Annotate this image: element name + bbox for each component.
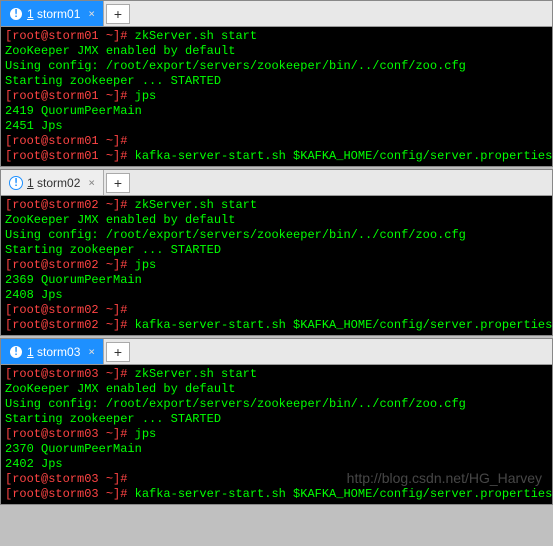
close-icon[interactable]: × xyxy=(88,176,95,189)
terminal-window: ! 1 storm02 × + [root@storm02 ~]# zkServer.s… xyxy=(0,169,553,336)
shell-prompt: [root@storm03 ~]# xyxy=(5,487,135,501)
shell-command: zkServer.sh start xyxy=(135,198,257,212)
shell-prompt: [root@storm03 ~]# xyxy=(5,367,135,381)
output-text: Starting zookeeper ... STARTED xyxy=(5,74,221,88)
terminal-line: Using config: /root/export/servers/zooke… xyxy=(5,59,548,74)
terminal-line: 2370 QuorumPeerMain xyxy=(5,442,548,457)
terminal-line: [root@storm03 ~]# xyxy=(5,472,548,487)
shell-command: zkServer.sh start xyxy=(135,367,257,381)
close-icon[interactable]: × xyxy=(88,7,95,20)
terminal-line: [root@storm03 ~]# kafka-server-start.sh … xyxy=(5,487,548,502)
shell-command: kafka-server-start.sh $KAFKA_HOME/config… xyxy=(135,487,552,501)
terminal-line: [root@storm01 ~]# zkServer.sh start xyxy=(5,29,548,44)
shell-prompt: [root@storm03 ~]# xyxy=(5,427,135,441)
terminal-line: Using config: /root/export/servers/zooke… xyxy=(5,228,548,243)
output-text: Starting zookeeper ... STARTED xyxy=(5,243,221,257)
terminal-line: Starting zookeeper ... STARTED xyxy=(5,412,548,427)
terminal-line: ZooKeeper JMX enabled by default xyxy=(5,382,548,397)
shell-command: jps xyxy=(135,258,157,272)
terminal-line: Starting zookeeper ... STARTED xyxy=(5,243,548,258)
output-text: 2419 QuorumPeerMain xyxy=(5,104,142,118)
shell-command: kafka-server-start.sh $KAFKA_HOME/config… xyxy=(135,149,552,163)
shell-command: jps xyxy=(135,427,157,441)
terminal-line: 2419 QuorumPeerMain xyxy=(5,104,548,119)
new-tab-button[interactable]: + xyxy=(106,4,130,24)
tab-bar: ! 1 storm03 × + xyxy=(1,339,552,365)
info-icon: ! xyxy=(9,7,23,21)
new-tab-button[interactable]: + xyxy=(106,342,130,362)
terminal-line: [root@storm01 ~]# xyxy=(5,134,548,149)
tab-title: 1 storm02 xyxy=(27,176,80,190)
shell-prompt: [root@storm01 ~]# xyxy=(5,134,127,148)
output-text: 2408 Jps xyxy=(5,288,63,302)
shell-prompt: [root@storm02 ~]# xyxy=(5,318,135,332)
shell-prompt: [root@storm02 ~]# xyxy=(5,198,135,212)
shell-prompt: [root@storm02 ~]# xyxy=(5,258,135,272)
terminal-output[interactable]: [root@storm02 ~]# zkServer.sh startZooKe… xyxy=(1,196,552,335)
new-tab-button[interactable]: + xyxy=(106,173,130,193)
terminal-line: ZooKeeper JMX enabled by default xyxy=(5,213,548,228)
terminal-line: 2451 Jps xyxy=(5,119,548,134)
output-text: Using config: /root/export/servers/zooke… xyxy=(5,397,466,411)
terminal-line: Starting zookeeper ... STARTED xyxy=(5,74,548,89)
shell-command: kafka-server-start.sh $KAFKA_HOME/config… xyxy=(135,318,552,332)
info-icon: ! xyxy=(9,345,23,359)
output-text: Using config: /root/export/servers/zooke… xyxy=(5,228,466,242)
tab-storm03[interactable]: ! 1 storm03 × xyxy=(1,339,104,364)
terminal-line: [root@storm03 ~]# zkServer.sh start xyxy=(5,367,548,382)
shell-command: zkServer.sh start xyxy=(135,29,257,43)
terminal-line: 2408 Jps xyxy=(5,288,548,303)
shell-command: jps xyxy=(135,89,157,103)
output-text: 2369 QuorumPeerMain xyxy=(5,273,142,287)
terminal-line: [root@storm02 ~]# kafka-server-start.sh … xyxy=(5,318,548,333)
output-text: ZooKeeper JMX enabled by default xyxy=(5,44,235,58)
shell-prompt: [root@storm01 ~]# xyxy=(5,149,135,163)
terminal-line: [root@storm01 ~]# jps xyxy=(5,89,548,104)
output-text: 2402 Jps xyxy=(5,457,63,471)
output-text: 2451 Jps xyxy=(5,119,63,133)
terminal-line: 2369 QuorumPeerMain xyxy=(5,273,548,288)
terminal-line: [root@storm03 ~]# jps xyxy=(5,427,548,442)
terminal-output[interactable]: [root@storm03 ~]# zkServer.sh startZooKe… xyxy=(1,365,552,504)
terminal-window: ! 1 storm01 × + [root@storm01 ~]# zkServer.s… xyxy=(0,0,553,167)
terminal-output[interactable]: [root@storm01 ~]# zkServer.sh startZooKe… xyxy=(1,27,552,166)
output-text: ZooKeeper JMX enabled by default xyxy=(5,382,235,396)
tab-storm01[interactable]: ! 1 storm01 × xyxy=(1,1,104,26)
tab-storm02[interactable]: ! 1 storm02 × xyxy=(1,170,104,195)
tab-bar: ! 1 storm01 × + xyxy=(1,1,552,27)
terminal-line: 2402 Jps xyxy=(5,457,548,472)
info-icon: ! xyxy=(9,176,23,190)
shell-prompt: [root@storm01 ~]# xyxy=(5,89,135,103)
output-text: ZooKeeper JMX enabled by default xyxy=(5,213,235,227)
shell-prompt: [root@storm02 ~]# xyxy=(5,303,127,317)
terminal-line: ZooKeeper JMX enabled by default xyxy=(5,44,548,59)
terminal-line: [root@storm02 ~]# xyxy=(5,303,548,318)
terminal-window: ! 1 storm03 × + [root@storm03 ~]# zkServer.s… xyxy=(0,338,553,505)
terminal-line: Using config: /root/export/servers/zooke… xyxy=(5,397,548,412)
output-text: Starting zookeeper ... STARTED xyxy=(5,412,221,426)
output-text: Using config: /root/export/servers/zooke… xyxy=(5,59,466,73)
tab-title: 1 storm03 xyxy=(27,345,80,359)
terminal-line: [root@storm02 ~]# jps xyxy=(5,258,548,273)
output-text: 2370 QuorumPeerMain xyxy=(5,442,142,456)
tab-bar: ! 1 storm02 × + xyxy=(1,170,552,196)
shell-prompt: [root@storm01 ~]# xyxy=(5,29,135,43)
terminal-line: [root@storm02 ~]# zkServer.sh start xyxy=(5,198,548,213)
terminal-line: [root@storm01 ~]# kafka-server-start.sh … xyxy=(5,149,548,164)
tab-title: 1 storm01 xyxy=(27,7,80,21)
close-icon[interactable]: × xyxy=(88,345,95,358)
shell-prompt: [root@storm03 ~]# xyxy=(5,472,127,486)
